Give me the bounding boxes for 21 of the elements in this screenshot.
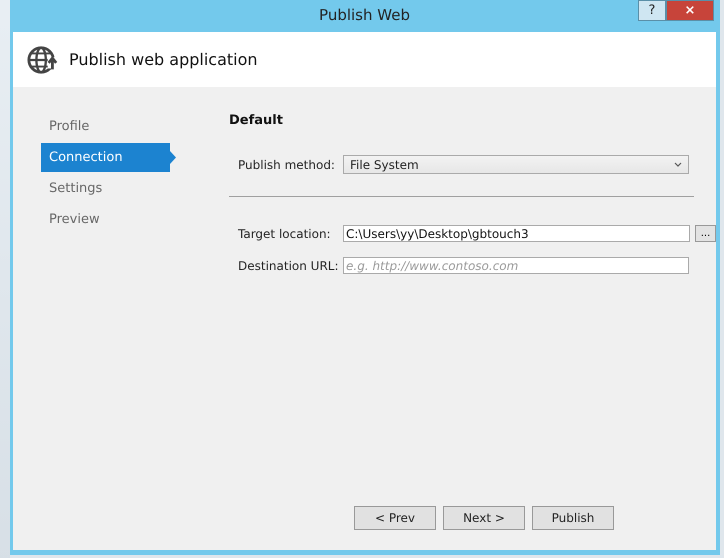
help-button[interactable]: ? bbox=[638, 0, 666, 21]
chevron-down-icon bbox=[674, 162, 682, 167]
target-location-field[interactable]: C:\Users\yy\Desktop\gbtouch3 bbox=[343, 225, 690, 242]
sidebar-item[interactable]: Settings bbox=[41, 174, 176, 203]
window-title: Publish Web bbox=[319, 6, 410, 24]
sidebar-item[interactable]: Preview bbox=[41, 205, 176, 234]
header-title: Publish web application bbox=[69, 50, 258, 69]
dialog-button[interactable]: < Prev bbox=[354, 506, 436, 530]
globe-upload-icon bbox=[27, 44, 59, 76]
field-label: Target location: bbox=[238, 226, 332, 240]
field-label: Publish method: bbox=[238, 158, 336, 172]
publish-method-dropdown[interactable]: File System bbox=[343, 155, 689, 174]
sidebar-item[interactable]: Profile bbox=[41, 112, 176, 141]
dialog-button[interactable]: Next > bbox=[443, 506, 525, 530]
sidebar-item[interactable]: Connection bbox=[41, 143, 176, 172]
field-label: Destination URL: bbox=[238, 258, 340, 272]
dialog-button[interactable]: Publish bbox=[532, 506, 614, 530]
close-button[interactable]: × bbox=[666, 0, 714, 21]
destination-url-field[interactable]: e.g. http://www.contoso.com bbox=[343, 257, 689, 274]
section-title: Default bbox=[229, 113, 284, 128]
browse-button[interactable]: ... bbox=[695, 225, 716, 242]
